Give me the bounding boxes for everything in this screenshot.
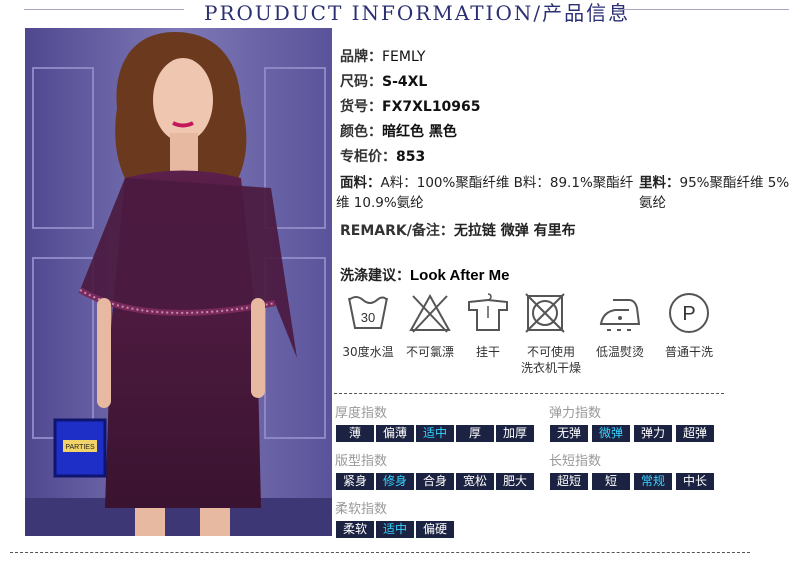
section-title: PROUDUCT INFORMATION/产品信息 xyxy=(204,1,631,25)
length-option: 短 xyxy=(592,473,630,490)
size-row: 尺码：S-4XL xyxy=(340,71,427,91)
fabric-label: 面料： xyxy=(340,175,381,191)
care-title: 洗涤建议：Look After Me xyxy=(340,265,509,285)
header-divider-right xyxy=(618,9,789,10)
length-label: 长短指数 xyxy=(549,454,602,469)
thickness-option: 薄 xyxy=(336,425,374,442)
no-tumble-dry-icon xyxy=(515,290,575,336)
elasticity-option: 无弹 xyxy=(550,425,588,442)
lining-label: 里料： xyxy=(639,175,680,191)
thickness-label: 厚度指数 xyxy=(335,406,388,421)
length-option: 中长 xyxy=(676,473,714,490)
code-label: 货号： xyxy=(340,99,382,115)
brand-value: FEMLY xyxy=(382,49,426,65)
size-value: S-4XL xyxy=(382,74,428,90)
softness-option: 偏硬 xyxy=(416,521,454,538)
fabric-value-1: A料：100%聚酯纤维 B料：89.1%聚酯纤 xyxy=(380,175,634,191)
color-label: 颜色： xyxy=(340,124,382,140)
thickness-option: 偏薄 xyxy=(376,425,414,442)
fabric-line-2: 维 10.9%氨纶 xyxy=(336,195,424,211)
care-item-label: 不可使用 xyxy=(526,345,575,359)
softness-option: 柔软 xyxy=(336,521,374,538)
no-bleach-icon xyxy=(400,290,460,336)
hang-dry-icon xyxy=(458,290,518,336)
fit-option-selected: 修身 xyxy=(376,473,414,490)
brand-row: 品牌：FEMLY xyxy=(340,46,425,66)
code-value: FX7XL10965 xyxy=(382,99,481,115)
softness-option-selected: 适中 xyxy=(376,521,414,538)
fit-option: 紧身 xyxy=(336,473,374,490)
care-item-label: 不可氯漂 xyxy=(405,345,454,359)
care-item-label: 30度水温 xyxy=(342,345,394,359)
lining-line-2: 氨纶 xyxy=(639,195,666,211)
care-label: 洗涤建议： xyxy=(340,268,410,284)
lining-value-1: 95%聚酯纤维 5% xyxy=(679,175,789,191)
care-item-label: 挂干 xyxy=(475,345,500,359)
header-divider-left xyxy=(24,9,184,10)
fit-option: 宽松 xyxy=(456,473,494,490)
fit-option: 肥大 xyxy=(496,473,534,490)
dry-clean-p-icon: P xyxy=(659,290,719,336)
price-row: 专柜价：853 xyxy=(340,146,425,166)
care-item-label-2: 洗衣机干燥 xyxy=(520,361,581,375)
section-divider xyxy=(334,393,724,394)
remark-value: 无拉链 微弹 有里布 xyxy=(453,223,576,239)
wash-temp: 30 xyxy=(361,310,375,325)
care-value: Look After Me xyxy=(410,267,510,284)
code-row: 货号：FX7XL10965 xyxy=(340,96,481,116)
elasticity-option: 超弹 xyxy=(676,425,714,442)
thickness-option: 加厚 xyxy=(496,425,534,442)
low-iron-icon xyxy=(590,290,650,336)
section-header: PROUDUCT INFORMATION/产品信息 xyxy=(0,0,789,25)
fit-option: 合身 xyxy=(416,473,454,490)
care-item-label: 低温熨烫 xyxy=(595,345,644,359)
softness-label: 柔软指数 xyxy=(335,502,388,517)
care-item-label: 普通干洗 xyxy=(664,345,713,359)
color-value: 暗红色 黑色 xyxy=(382,124,457,140)
thickness-option: 厚 xyxy=(456,425,494,442)
price-label: 专柜价： xyxy=(340,149,396,165)
remark-label: REMARK/备注： xyxy=(340,223,454,239)
thickness-option-selected: 适中 xyxy=(416,425,454,442)
length-option-selected: 常规 xyxy=(634,473,672,490)
color-row: 颜色：暗红色 黑色 xyxy=(340,121,457,141)
fit-label: 版型指数 xyxy=(335,454,388,469)
svg-text:P: P xyxy=(682,303,695,325)
bottom-divider xyxy=(10,552,750,553)
brand-label: 品牌： xyxy=(340,49,382,65)
size-label: 尺码： xyxy=(340,74,382,90)
lining-line-1: 里料：95%聚酯纤维 5% xyxy=(639,172,789,194)
wash-30-icon: 30 xyxy=(338,290,398,336)
elasticity-option: 弹力 xyxy=(634,425,672,442)
price-value: 853 xyxy=(396,149,426,165)
clutch-label: PARTIES xyxy=(65,444,95,451)
remark-row: REMARK/备注：无拉链 微弹 有里布 xyxy=(340,220,576,240)
elasticity-option-selected: 微弹 xyxy=(592,425,630,442)
length-option: 超短 xyxy=(550,473,588,490)
model-illustration: PARTIES xyxy=(25,28,332,536)
product-photo: PARTIES xyxy=(25,28,332,536)
fabric-line-1: 面料：A料：100%聚酯纤维 B料：89.1%聚酯纤 xyxy=(340,172,633,194)
elasticity-label: 弹力指数 xyxy=(549,406,602,421)
